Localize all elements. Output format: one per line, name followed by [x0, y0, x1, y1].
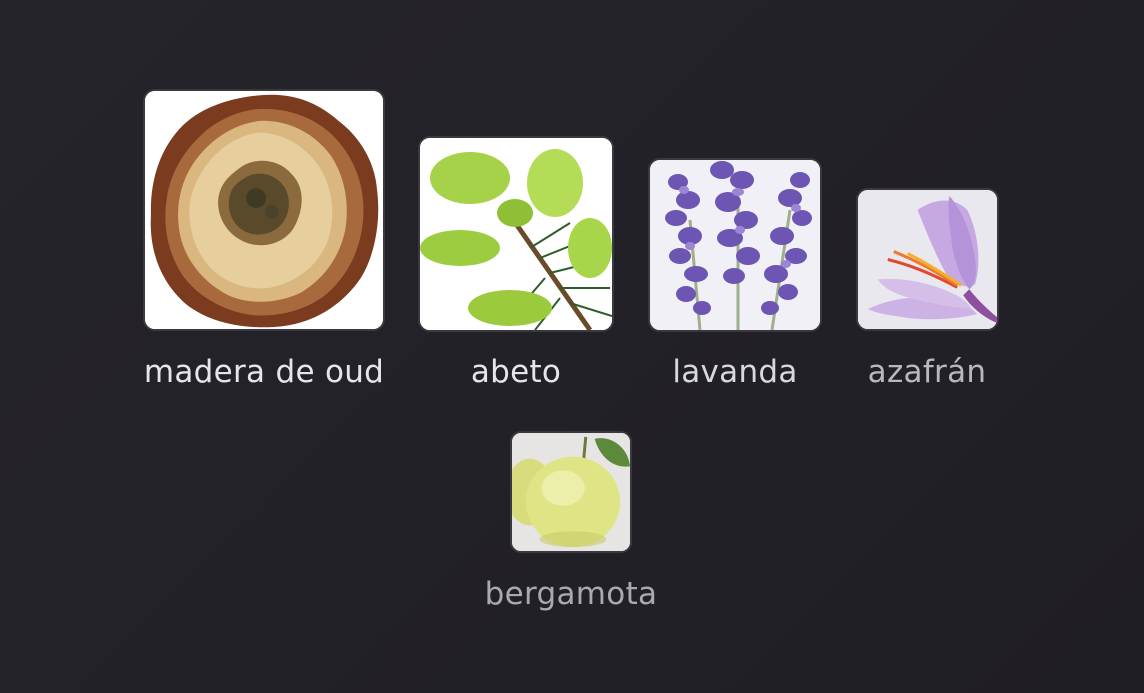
- note-label: abeto: [470, 354, 562, 390]
- saffron-icon: [858, 190, 997, 329]
- fir-icon: [420, 138, 612, 330]
- oud-wood-image[interactable]: [143, 89, 385, 331]
- lavender-image[interactable]: [648, 158, 822, 332]
- bergamot-icon: [512, 433, 630, 551]
- note-label: bergamota: [484, 576, 658, 612]
- saffron-flower-image[interactable]: [856, 188, 999, 331]
- bergamot-fruit-image[interactable]: [510, 431, 632, 553]
- oud-wood-icon: [145, 91, 383, 329]
- note-label: lavanda: [672, 354, 798, 390]
- note-label: madera de oud: [143, 354, 385, 390]
- lavender-icon: [650, 160, 820, 330]
- note-label: azafrán: [867, 354, 987, 390]
- fir-branch-image[interactable]: [418, 136, 614, 332]
